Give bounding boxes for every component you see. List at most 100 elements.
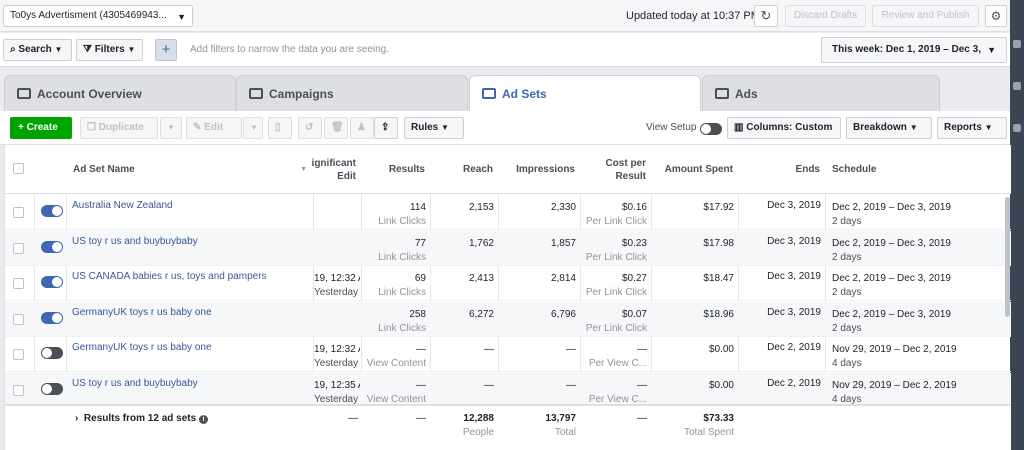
reach-cell: 6,272: [468, 308, 494, 320]
chevron-right-icon: ›: [75, 413, 79, 424]
ad-set-name-link[interactable]: US CANADA babies r us, toys and pampers: [72, 270, 310, 284]
tab-ad-sets[interactable]: Ad Sets: [469, 75, 701, 112]
table-row[interactable]: US CANADA babies r us, toys and pampers 1…: [5, 266, 1011, 301]
results-cell: 69 Link Clicks: [378, 273, 426, 298]
view-setup-toggle[interactable]: [700, 123, 722, 135]
tab-label: Ads: [735, 87, 758, 101]
edit-dropdown[interactable]: ▼: [243, 117, 263, 139]
table-row[interactable]: GermanyUK toys r us baby one 258 Link Clic…: [5, 301, 1011, 337]
duplicate-button[interactable]: ❐ Duplicate: [80, 117, 158, 139]
header-cost-per-result[interactable]: Cost per Result: [581, 145, 652, 194]
table-row[interactable]: US toy r us and buybuybaby 19, 12:35 A Yes…: [5, 372, 1011, 408]
tab-campaigns[interactable]: Campaigns: [236, 75, 468, 111]
impressions-cell: 2,814: [550, 273, 576, 284]
columns-label: Columns: Custom: [746, 122, 833, 133]
row-checkbox[interactable]: [13, 313, 24, 325]
amount-spent-cell: $0.00: [708, 379, 734, 391]
clipboard-icon[interactable]: ▯: [268, 117, 292, 139]
row-checkbox[interactable]: [13, 349, 24, 360]
revert-icon[interactable]: ↺: [298, 117, 322, 139]
caret-down-icon: ▼: [987, 45, 996, 55]
create-button[interactable]: + Create: [10, 117, 72, 139]
reach-cell: 1,762: [468, 237, 494, 249]
schedule-cell: Dec 2, 2019 – Dec 3, 2019 2 days: [832, 237, 951, 263]
reports-button[interactable]: Reports ▼: [937, 117, 1007, 139]
trash-icon[interactable]: 🗑: [324, 117, 348, 139]
breakdown-button[interactable]: Breakdown ▼: [846, 117, 932, 139]
delivery-toggle[interactable]: [41, 205, 63, 217]
table-row[interactable]: US toy r us and buybuybaby 77 Link Clicks 1…: [5, 230, 1011, 266]
header-significant-edit[interactable]: ignificant Edit: [312, 145, 362, 194]
date-range-selector[interactable]: This week: Dec 1, 2019 – Dec 3, ▼: [821, 37, 1007, 63]
ad-set-name-link[interactable]: US toy r us and buybuybaby: [72, 377, 310, 391]
ad-set-name-link[interactable]: GermanyUK toys r us baby one: [72, 341, 310, 355]
ad-icon: [715, 88, 729, 99]
pencil-icon: ✎: [193, 122, 202, 133]
strip-icon[interactable]: [1013, 40, 1021, 48]
overview-icon: [17, 88, 31, 99]
search-button[interactable]: ⌕ Search ▼: [3, 39, 72, 61]
schedule-cell: Nov 29, 2019 – Dec 2, 2019 4 days: [832, 379, 957, 405]
ad-set-name-link[interactable]: Australia New Zealand: [72, 199, 310, 213]
duplicate-icon: ❐: [87, 122, 96, 133]
delivery-toggle[interactable]: [41, 382, 63, 395]
table-row[interactable]: Australia New Zealand 114 Link Clicks 2,153…: [5, 195, 1011, 230]
footer-edit: —: [348, 413, 358, 424]
tab-account-overview[interactable]: Account Overview: [4, 75, 236, 111]
header-results[interactable]: Results: [362, 145, 431, 194]
cost-per-result-cell: — Per View C...: [588, 344, 647, 369]
header-ends[interactable]: Ends: [739, 145, 826, 194]
ad-set-name-link[interactable]: GermanyUK toys r us baby one: [72, 306, 310, 320]
edit-button[interactable]: ✎ Edit: [186, 117, 242, 139]
header-ad-set-name[interactable]: Ad Set Name ▼: [73, 145, 313, 194]
delivery-toggle[interactable]: [41, 240, 63, 253]
caret-down-icon: ▼: [250, 123, 258, 132]
impressions-cell: 6,796: [550, 308, 576, 320]
header-amount-spent[interactable]: Amount Spent: [652, 145, 739, 194]
header-schedule[interactable]: Schedule: [832, 145, 1002, 194]
row-checkbox[interactable]: [13, 278, 24, 289]
toolbar: + Create ❐ Duplicate ▼ ✎ Edit ▼ ▯ ↺ 🗑 ♟ …: [0, 111, 1010, 152]
delivery-toggle[interactable]: [41, 276, 63, 288]
date-range-label: This week: Dec 1, 2019 – Dec 3,: [832, 44, 981, 55]
filters-button[interactable]: ⧩ Filters ▼: [76, 39, 143, 61]
search-label: Search: [18, 44, 52, 55]
strip-icon[interactable]: [1013, 124, 1021, 132]
row-checkbox[interactable]: [13, 384, 24, 396]
account-selector[interactable]: To0ys Advertisment (4305469943... ▼: [3, 5, 193, 27]
tab-ads[interactable]: Ads: [702, 75, 940, 111]
ends-cell: Dec 2, 2019: [767, 377, 821, 389]
amount-spent-cell: $17.98: [703, 237, 734, 249]
gear-icon[interactable]: ⚙: [985, 5, 1007, 27]
review-publish-button[interactable]: Review and Publish: [872, 5, 979, 27]
results-cell: 77 Link Clicks: [378, 237, 426, 263]
header-reach[interactable]: Reach: [431, 145, 499, 194]
discard-drafts-button[interactable]: Discard Drafts: [785, 5, 866, 27]
row-checkbox[interactable]: [13, 242, 24, 254]
rules-button[interactable]: Rules ▼: [404, 117, 464, 139]
table-row[interactable]: GermanyUK toys r us baby one 19, 12:32 AY…: [5, 337, 1011, 372]
delivery-toggle[interactable]: [41, 311, 63, 324]
ends-cell: Dec 3, 2019: [767, 306, 821, 318]
results-summary[interactable]: › Results from 12 ad sets i: [75, 412, 208, 426]
grid-icon: [482, 88, 496, 99]
delivery-toggle[interactable]: [41, 347, 63, 359]
header-impressions[interactable]: Impressions: [499, 145, 581, 194]
strip-icon[interactable]: [1013, 82, 1021, 90]
cost-per-result-cell: $0.23 Per Link Click: [585, 237, 647, 263]
filter-icon: ⧩: [83, 44, 92, 55]
duplicate-dropdown[interactable]: ▼: [160, 117, 182, 139]
ad-set-name-link[interactable]: US toy r us and buybuybaby: [72, 235, 310, 249]
scrollbar[interactable]: [1005, 197, 1010, 317]
reach-cell: —: [484, 379, 494, 391]
row-checkbox[interactable]: [13, 207, 24, 218]
columns-button[interactable]: ▥ Columns: Custom ▼: [727, 117, 841, 152]
columns-icon: ▥: [734, 122, 744, 133]
refresh-icon[interactable]: ↻: [754, 5, 778, 27]
export-icon[interactable]: ⇪: [374, 117, 398, 139]
schedule-cell: Dec 2, 2019 – Dec 3, 2019 2 days: [832, 308, 951, 334]
add-filter-button[interactable]: +: [155, 39, 177, 61]
amount-spent-cell: $18.96: [703, 308, 734, 320]
select-all-checkbox[interactable]: [13, 163, 24, 174]
audience-icon[interactable]: ♟: [350, 117, 374, 139]
